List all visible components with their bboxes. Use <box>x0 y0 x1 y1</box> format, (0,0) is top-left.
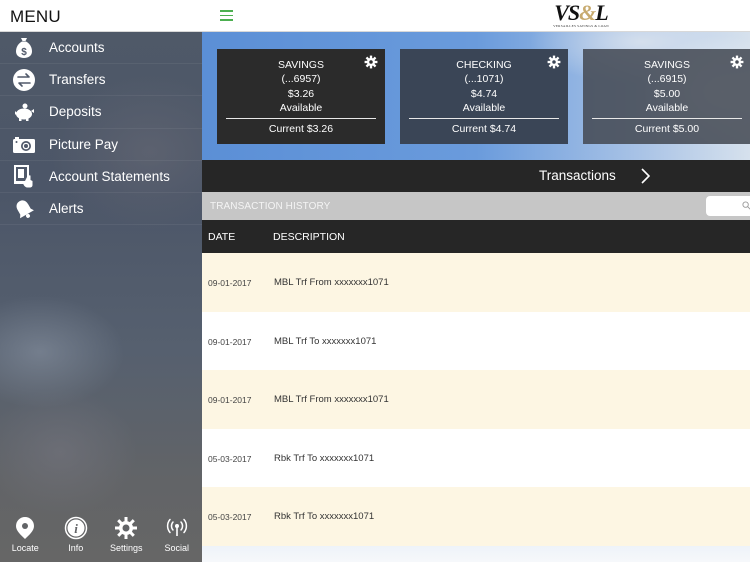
statement-tablet-icon <box>11 163 37 189</box>
footer-label: Social <box>164 543 189 553</box>
broadcast-icon <box>166 518 187 536</box>
account-card[interactable]: SAVINGS (...6957) $3.26 Available Curren… <box>217 49 385 144</box>
transactions-bar[interactable]: Transactions <box>202 160 750 192</box>
current-balance: Current $3.26 <box>268 123 334 136</box>
sidebar-item-deposits[interactable]: Deposits <box>0 96 202 129</box>
available-label: Available <box>645 101 689 114</box>
card-settings-gear-icon[interactable] <box>547 55 561 69</box>
card-divider <box>226 118 376 120</box>
logo-amp: & <box>579 0 596 25</box>
transaction-date: 05-03-2017 <box>208 512 252 522</box>
account-card[interactable]: SAVINGS (...6915) $5.00 Available Curren… <box>583 49 750 144</box>
transaction-date: 05-03-2017 <box>208 453 252 464</box>
footer-label: Locate <box>11 543 39 553</box>
table-row[interactable]: 09-01-2017 MBL Trf From xxxxxxx1071 <box>202 253 750 312</box>
footer-label: Settings <box>109 543 143 553</box>
table-header: DATE DESCRIPTION <box>202 220 750 253</box>
transaction-description: MBL Trf From xxxxxxx1071 <box>274 277 389 288</box>
account-number: (...6957) <box>281 73 321 86</box>
sidebar-item-picture-pay[interactable]: Picture Pay <box>0 129 202 161</box>
search-icon <box>742 201 750 210</box>
available-label: Available <box>279 101 323 114</box>
footer-social-button[interactable]: Social <box>152 512 203 562</box>
piggy-bank-icon <box>11 99 37 125</box>
sidebar-item-account-statements[interactable]: Account Statements <box>0 161 202 193</box>
sidebar-menu: $ Accounts Transfers Deposits Picture Pa… <box>0 32 202 562</box>
sidebar-footer: Locate i Info Settings Social <box>0 512 202 562</box>
table-row[interactable]: 09-01-2017 MBL Trf To xxxxxxx1071 <box>202 311 750 370</box>
column-header-date: DATE <box>208 231 236 243</box>
sidebar-item-label: Transfers <box>49 72 106 88</box>
list-bottom-background <box>202 546 750 562</box>
table-row[interactable]: 05-03-2017 Rbk Trf To xxxxxxx1071 <box>202 428 750 487</box>
top-bar: MENU VS&L VERSAILLES SAVINGS & LOAN <box>0 0 750 32</box>
card-divider <box>409 118 559 120</box>
sidebar-item-label: Accounts <box>49 40 105 56</box>
card-settings-gear-icon[interactable] <box>364 55 378 69</box>
transaction-description: MBL Trf From xxxxxxx1071 <box>274 394 389 405</box>
footer-label: Info <box>68 543 84 553</box>
main-content: SAVINGS (...6957) $3.26 Available Curren… <box>202 32 750 562</box>
table-row[interactable]: 09-01-2017 MBL Trf From xxxxxxx1071 <box>202 370 750 429</box>
svg-text:i: i <box>74 521 78 536</box>
account-type: SAVINGS <box>278 59 324 71</box>
footer-locate-button[interactable]: Locate <box>0 512 51 562</box>
transaction-date: 09-01-2017 <box>208 278 252 288</box>
sidebar-item-label: Account Statements <box>49 168 170 184</box>
bell-icon <box>11 196 37 222</box>
sidebar-item-label: Picture Pay <box>49 136 119 152</box>
footer-settings-button[interactable]: Settings <box>101 512 152 562</box>
menu-title: MENU <box>10 7 61 26</box>
bank-logo: VS&L VERSAILLES SAVINGS & LOAN <box>553 2 609 30</box>
logo-vs: VS <box>554 0 580 25</box>
available-balance: $4.74 <box>470 87 498 100</box>
transfer-arrows-icon <box>11 67 37 93</box>
info-icon: i <box>64 516 87 540</box>
chevron-right-icon[interactable] <box>640 168 650 184</box>
location-pin-icon <box>16 517 35 539</box>
sidebar-item-alerts[interactable]: Alerts <box>0 193 202 226</box>
available-balance: $5.00 <box>653 87 681 100</box>
transaction-description: Rbk Trf To xxxxxxx1071 <box>274 511 375 522</box>
card-divider <box>592 118 742 120</box>
account-number: (...1071) <box>464 73 504 86</box>
account-type: SAVINGS <box>644 59 690 71</box>
svg-text:$: $ <box>21 47 27 58</box>
available-label: Available <box>462 101 506 114</box>
transactions-title: Transactions <box>539 168 616 183</box>
current-balance: Current $5.00 <box>634 123 700 136</box>
account-number: (...6915) <box>647 73 687 86</box>
transaction-list: 09-01-2017 MBL Trf From xxxxxxx1071 09-0… <box>202 253 750 546</box>
account-cards: SAVINGS (...6957) $3.26 Available Curren… <box>217 49 750 144</box>
sidebar-item-label: Alerts <box>49 201 84 217</box>
footer-info-button[interactable]: i Info <box>51 512 102 562</box>
gear-icon <box>115 517 138 539</box>
table-row[interactable]: 05-03-2017 Rbk Trf To xxxxxxx1071 <box>202 487 750 546</box>
hamburger-menu-icon[interactable] <box>220 10 233 21</box>
sidebar-item-label: Deposits <box>49 104 102 120</box>
transaction-description: MBL Trf To xxxxxxx1071 <box>274 335 377 347</box>
transaction-history-header: TRANSACTION HISTORY <box>202 192 750 220</box>
current-balance: Current $4.74 <box>451 123 517 136</box>
column-header-description: DESCRIPTION <box>273 231 345 243</box>
logo-l: L <box>595 0 608 25</box>
sidebar-item-transfers[interactable]: Transfers <box>0 64 202 97</box>
logo-subtitle: VERSAILLES SAVINGS & LOAN <box>553 24 609 28</box>
account-type: CHECKING <box>456 59 512 71</box>
sidebar-item-accounts[interactable]: $ Accounts <box>0 32 202 65</box>
transaction-date: 09-01-2017 <box>208 336 252 347</box>
card-settings-gear-icon[interactable] <box>730 55 744 69</box>
account-card[interactable]: CHECKING (...1071) $4.74 Available Curre… <box>400 49 568 144</box>
money-bag-icon: $ <box>11 35 37 61</box>
transaction-date: 09-01-2017 <box>208 395 252 405</box>
transaction-history-title: TRANSACTION HISTORY <box>210 201 331 212</box>
transaction-description: Rbk Trf To xxxxxxx1071 <box>274 452 375 464</box>
search-input[interactable] <box>706 196 750 216</box>
camera-icon <box>11 131 37 157</box>
available-balance: $3.26 <box>287 87 315 100</box>
